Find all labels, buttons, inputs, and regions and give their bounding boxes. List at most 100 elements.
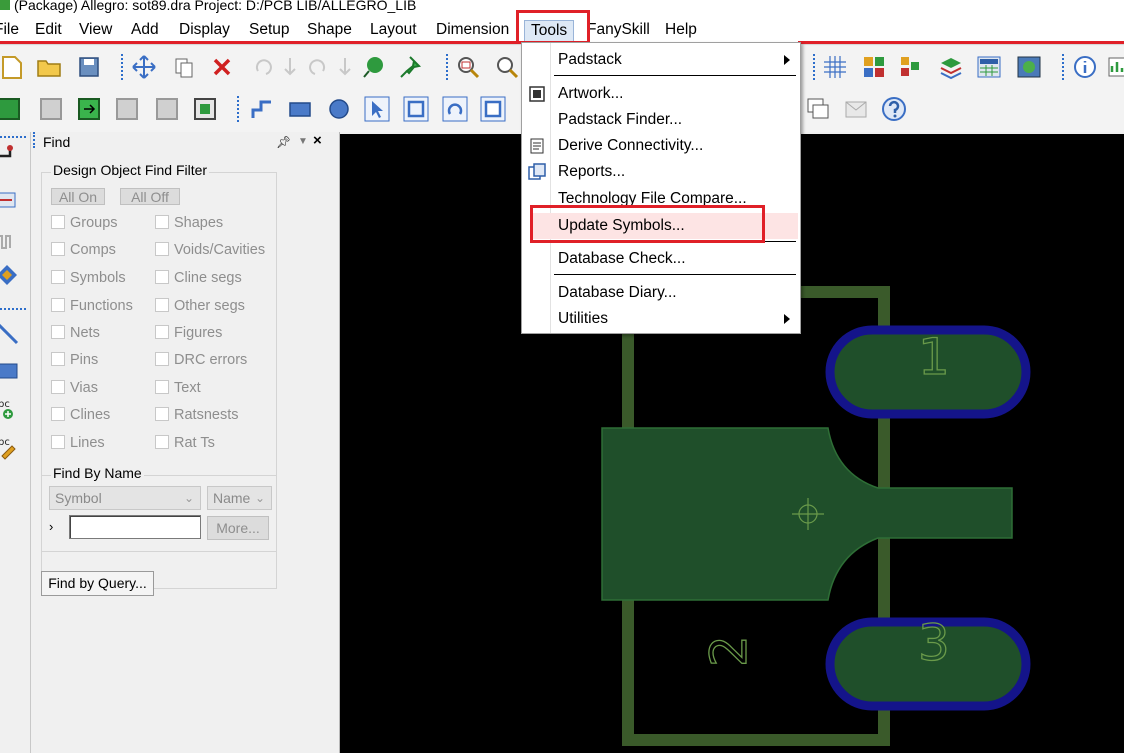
- menu-item-database-diary[interactable]: Database Diary...: [558, 281, 677, 305]
- menu-dimension[interactable]: Dimension: [436, 20, 509, 40]
- add-arc-icon[interactable]: [442, 96, 468, 122]
- mail-icon[interactable]: [843, 96, 869, 122]
- delay-tune-icon[interactable]: [0, 228, 20, 254]
- checkbox-groups[interactable]: Groups: [51, 215, 118, 231]
- add-line-tool-icon[interactable]: [0, 320, 20, 346]
- checkbox-box[interactable]: [51, 215, 65, 229]
- all-off-button[interactable]: All Off: [120, 188, 180, 205]
- pin-tool-icon[interactable]: [398, 54, 424, 80]
- checkbox-box[interactable]: [51, 298, 65, 312]
- checkbox-box[interactable]: [155, 215, 169, 229]
- checkbox-cline-segs[interactable]: Cline segs: [155, 270, 242, 286]
- menu-help[interactable]: Help: [665, 20, 697, 40]
- checkbox-figures[interactable]: Figures: [155, 325, 222, 341]
- menu-setup[interactable]: Setup: [249, 20, 290, 40]
- checkbox-box[interactable]: [51, 325, 65, 339]
- redo-down-icon[interactable]: [332, 54, 358, 80]
- checkbox-box[interactable]: [51, 270, 65, 284]
- add-square-icon[interactable]: [480, 96, 506, 122]
- menu-view[interactable]: View: [79, 20, 112, 40]
- shape-select-icon[interactable]: [154, 96, 180, 122]
- pin-icon[interactable]: 📌︎: [276, 132, 291, 152]
- menu-item-update-symbols[interactable]: Update Symbols...: [558, 214, 685, 238]
- menu-edit[interactable]: Edit: [35, 20, 62, 40]
- layer-visibility-icon[interactable]: [898, 54, 924, 80]
- checkbox-box[interactable]: [51, 435, 65, 449]
- dropdown-arrow-icon[interactable]: ▼: [298, 132, 308, 152]
- menu-add[interactable]: Add: [131, 20, 159, 40]
- layers-stack-icon[interactable]: [938, 54, 964, 80]
- menu-tools[interactable]: Tools: [524, 20, 575, 42]
- zoom-icon[interactable]: [494, 54, 520, 80]
- save-icon[interactable]: [76, 54, 102, 80]
- checkbox-clines[interactable]: Clines: [51, 407, 110, 423]
- menu-file[interactable]: File: [0, 20, 19, 40]
- checkbox-comps[interactable]: Comps: [51, 242, 116, 258]
- info-icon[interactable]: [1072, 54, 1098, 80]
- find-by-query-button[interactable]: Find by Query...: [41, 571, 154, 596]
- add-line-icon[interactable]: [249, 96, 275, 122]
- all-on-button[interactable]: All On: [51, 188, 105, 205]
- copy-icon[interactable]: [171, 54, 197, 80]
- name-mode-select[interactable]: Name ⌄: [207, 486, 272, 510]
- checkbox-drc-errors[interactable]: DRC errors: [155, 352, 247, 368]
- checkbox-box[interactable]: [155, 242, 169, 256]
- stack-windows-icon[interactable]: [805, 96, 831, 122]
- menu-layout[interactable]: Layout: [370, 20, 417, 40]
- 3d-viewer-icon[interactable]: [1016, 54, 1042, 80]
- constraint-manager-icon[interactable]: [976, 54, 1002, 80]
- color-palette-icon[interactable]: [861, 54, 887, 80]
- menu-item-technology-file-compare[interactable]: Technology File Compare...: [558, 187, 747, 211]
- grid-icon[interactable]: [822, 54, 848, 80]
- checkbox-box[interactable]: [51, 242, 65, 256]
- checkbox-box[interactable]: [155, 352, 169, 366]
- checkbox-box[interactable]: [51, 380, 65, 394]
- menu-fanyskill[interactable]: FanySkill: [587, 20, 650, 40]
- move-icon[interactable]: [131, 54, 157, 80]
- delete-icon[interactable]: [209, 54, 235, 80]
- checkbox-box[interactable]: [51, 407, 65, 421]
- checkbox-rat-ts[interactable]: Rat Ts: [155, 435, 215, 451]
- ratsnest-icon[interactable]: [361, 54, 387, 80]
- slide-icon[interactable]: [0, 188, 20, 214]
- shape-outline-icon[interactable]: [38, 96, 64, 122]
- checkbox-shapes[interactable]: Shapes: [155, 215, 223, 231]
- menu-item-padstack-finder[interactable]: Padstack Finder...: [558, 108, 682, 132]
- add-text-tool-icon[interactable]: bc: [0, 396, 20, 422]
- shape-edit-icon[interactable]: [192, 96, 218, 122]
- checkbox-nets[interactable]: Nets: [51, 325, 100, 341]
- checkbox-ratsnests[interactable]: Ratsnests: [155, 407, 238, 423]
- select-arrow-icon[interactable]: [364, 96, 390, 122]
- statistics-icon[interactable]: [1107, 54, 1124, 80]
- help-icon[interactable]: [881, 96, 907, 122]
- menu-item-padstack[interactable]: Padstack: [558, 48, 622, 72]
- checkbox-functions[interactable]: Functions: [51, 298, 133, 314]
- add-circle-icon[interactable]: [326, 96, 352, 122]
- more-button[interactable]: More...: [207, 516, 269, 540]
- checkbox-symbols[interactable]: Symbols: [51, 270, 126, 286]
- checkbox-vias[interactable]: Vias: [51, 380, 98, 396]
- close-icon[interactable]: ×: [313, 131, 322, 151]
- menu-display[interactable]: Display: [179, 20, 230, 40]
- checkbox-box[interactable]: [51, 352, 65, 366]
- menu-item-reports[interactable]: Reports...: [558, 160, 625, 184]
- undo-icon[interactable]: [250, 54, 276, 80]
- expand-arrow-icon[interactable]: ›: [49, 519, 53, 534]
- checkbox-box[interactable]: [155, 380, 169, 394]
- menu-item-utilities[interactable]: Utilities: [558, 307, 608, 331]
- menu-item-artwork[interactable]: Artwork...: [558, 82, 623, 106]
- checkbox-box[interactable]: [155, 270, 169, 284]
- shape-merge-icon[interactable]: [76, 96, 102, 122]
- new-file-icon[interactable]: [0, 54, 26, 80]
- shape-void-icon[interactable]: [114, 96, 140, 122]
- menu-item-database-check[interactable]: Database Check...: [558, 247, 686, 271]
- checkbox-pins[interactable]: Pins: [51, 352, 98, 368]
- edit-text-tool-icon[interactable]: bc: [0, 434, 20, 460]
- checkbox-box[interactable]: [155, 435, 169, 449]
- undo-down-icon[interactable]: [277, 54, 303, 80]
- add-frectangle-icon[interactable]: [403, 96, 429, 122]
- route-connect-icon[interactable]: [0, 144, 20, 170]
- menu-shape[interactable]: Shape: [307, 20, 352, 40]
- object-type-select[interactable]: Symbol ⌄: [49, 486, 201, 510]
- checkbox-box[interactable]: [155, 407, 169, 421]
